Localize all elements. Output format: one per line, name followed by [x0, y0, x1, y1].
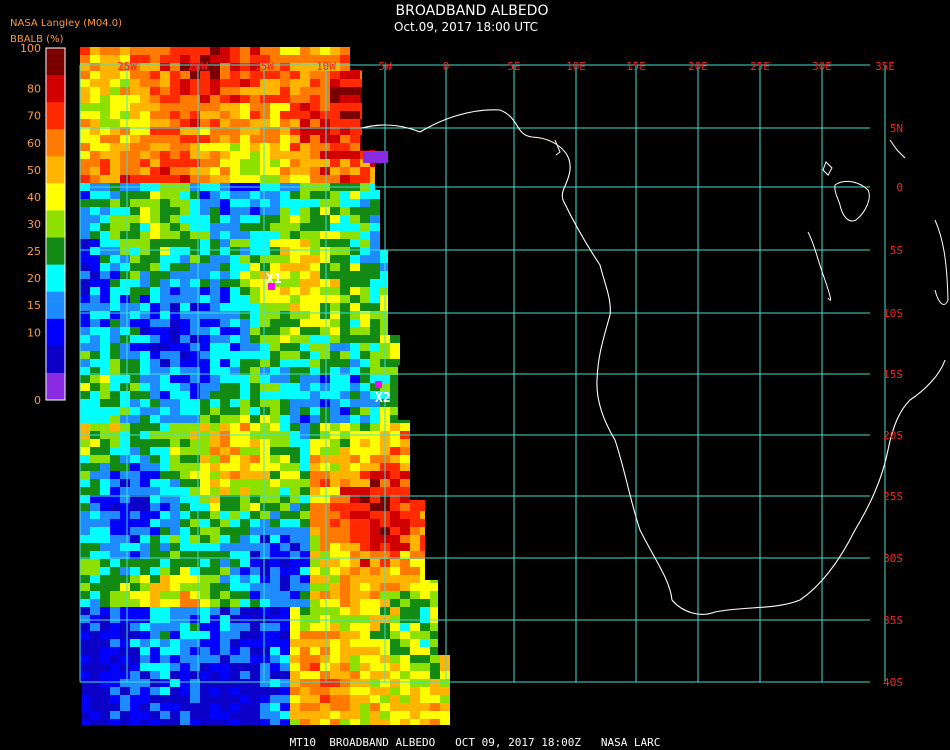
lat-label: 35S [883, 614, 903, 627]
marker-x2-label: X2 [375, 391, 391, 406]
marker-x1-label: X1 [266, 272, 282, 287]
legend-swatch [46, 102, 65, 130]
legend-swatch [46, 264, 65, 293]
lon-label: 20W [188, 60, 208, 73]
lon-label: 10E [566, 60, 586, 73]
legend-swatch [46, 48, 65, 76]
lon-label: 5W [378, 60, 392, 73]
map-title: BROADBAND ALBEDO [396, 3, 549, 19]
lon-label: 25E [750, 60, 770, 73]
legend-tick: 60 [27, 137, 41, 150]
purple-patch [363, 151, 388, 163]
color-legend: 100807060504030252015100 [20, 42, 66, 407]
lat-label: 15S [883, 368, 903, 381]
satellite-swath [80, 47, 450, 725]
lon-label: 20E [688, 60, 708, 73]
lat-label: 0 [896, 181, 903, 194]
footer-caption: MT10 BROADBAND ALBEDO OCT 09, 2017 18:00… [290, 736, 661, 749]
legend-tick: 15 [27, 299, 41, 312]
lat-label: 5S [890, 244, 903, 257]
lat-label: 30S [883, 552, 903, 565]
lon-label: 25W [117, 60, 137, 73]
lat-label: 10S [883, 307, 903, 320]
legend-swatch [46, 345, 65, 374]
lon-label: 5E [507, 60, 520, 73]
legend-tick: 50 [27, 164, 41, 177]
lat-label: 25S [883, 490, 903, 503]
legend-tick: 25 [27, 245, 41, 258]
legend-swatch [46, 318, 65, 347]
legend-swatch [46, 75, 65, 103]
legend-tick: 80 [27, 83, 41, 96]
lat-label: 40S [883, 676, 903, 689]
lon-label: 15W [254, 60, 274, 73]
legend-tick: 70 [27, 110, 41, 123]
legend-swatch [46, 372, 65, 401]
legend-tick: 30 [27, 218, 41, 231]
legend-tick: 0 [34, 394, 41, 407]
legend-tick: 10 [27, 326, 41, 339]
map-subtitle: Oct.09, 2017 18:00 UTC [394, 20, 538, 34]
legend-swatch [46, 183, 65, 211]
legend-swatch [46, 210, 65, 239]
legend-tick: 20 [27, 272, 41, 285]
albedo-map: 25W 20W 15W 10W 5W 0 5E 10E 15E 20E 25E 30E 35E 5N05… [10, 3, 949, 749]
lon-label: 10W [316, 60, 336, 73]
lon-label: 15E [626, 60, 646, 73]
lat-label: 5N [890, 122, 903, 135]
legend-swatch [46, 237, 65, 266]
legend-swatch [46, 156, 65, 184]
provider-label: NASA Langley (M04.0) [10, 18, 122, 29]
legend-tick: 40 [27, 191, 41, 204]
coastline [361, 109, 949, 615]
latitude-labels: 5N 0 5S 10S 15S 20S 25S 30S 35S 40S [883, 122, 903, 689]
lon-label: 30E [812, 60, 832, 73]
legend-tick: 100 [20, 42, 41, 55]
legend-swatch [46, 291, 65, 320]
lat-label: 20S [883, 429, 903, 442]
lon-label: 0 [443, 60, 450, 73]
lon-label: 35E [875, 60, 895, 73]
legend-swatch [46, 129, 65, 157]
